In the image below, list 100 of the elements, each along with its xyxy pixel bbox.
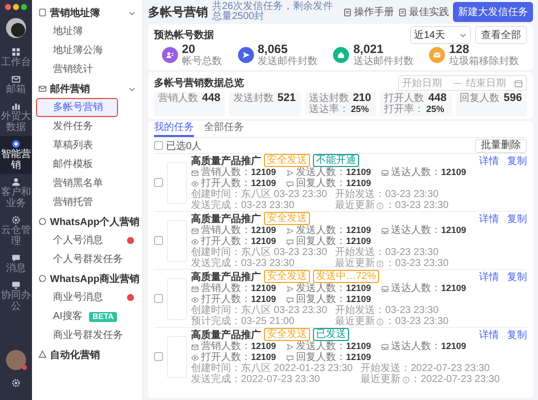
menu-group-header[interactable]: 自动化营销 [32, 345, 142, 364]
time-value: 2022-07-23 23:30 [410, 363, 490, 374]
settings-icon[interactable] [11, 378, 21, 388]
task-action-link[interactable]: 详情 [479, 154, 499, 168]
task-action-link[interactable]: 复制 [507, 270, 527, 284]
menu-item[interactable]: 商业号群发任务 [36, 326, 130, 345]
minimize-dot-icon[interactable] [13, 4, 19, 10]
document-icon [398, 8, 407, 16]
metric-label: 打开人数： [201, 178, 251, 189]
metric-label: 送达人数： [391, 225, 442, 236]
menu-item[interactable]: 个人号群发任务 [36, 250, 130, 269]
metric-value: 12109 [346, 341, 372, 352]
menu-group-header[interactable]: WhatsApp商业营销 [32, 269, 142, 288]
status-tag: 安全发送 [264, 154, 310, 167]
metric-label: 营销人数： [201, 225, 251, 236]
metric-label: 送达人数： [391, 341, 442, 352]
metric-value: 12109 [251, 225, 276, 236]
checkbox[interactable] [154, 352, 163, 361]
rail-item[interactable]: 协同办公 [0, 277, 32, 315]
metric-value: 12109 [441, 225, 466, 236]
task-action-link[interactable]: 复制 [507, 154, 527, 168]
menu-group-header[interactable]: 营销地址簿 [32, 3, 142, 22]
rate-label: 打开率： [384, 104, 424, 115]
metric-label: 发送人数： [296, 341, 346, 352]
gear-icon [11, 215, 21, 225]
mail-icon [191, 226, 199, 234]
menu-group-label: 自动化营销 [50, 348, 100, 362]
triangle-icon [38, 350, 47, 359]
checkbox[interactable] [154, 178, 163, 187]
help-link[interactable]: 最佳实践 [398, 5, 449, 19]
user-avatar[interactable] [6, 18, 26, 38]
checkbox[interactable] [154, 236, 163, 245]
time-label: 最近更新 [335, 258, 376, 269]
menu-item[interactable]: 发件任务 [36, 117, 100, 136]
menu-group-label: WhatsApp商业营销 [50, 272, 140, 286]
task-tab[interactable]: 全部任务 [204, 122, 244, 137]
view-all-button[interactable]: 查看全部 [475, 26, 527, 44]
menu-item[interactable]: 邮件模板 [36, 155, 100, 174]
inbox-icon [381, 342, 390, 350]
menu-item[interactable]: 地址簿 [36, 22, 90, 41]
checkbox[interactable] [154, 294, 163, 303]
rail-item[interactable]: 智能营销 [0, 136, 32, 174]
help-link[interactable]: 操作手册 [343, 5, 394, 19]
metric-label: 打开人数 [384, 93, 424, 104]
time-label: 最近更新 [335, 200, 376, 211]
menu-item[interactable]: 商业号消息 [36, 288, 110, 307]
stat-value: 20 [182, 43, 196, 56]
menu-item[interactable]: AI搜客 [36, 307, 90, 326]
metric-value: 12109 [251, 352, 276, 362]
time-value: 东八区 2022-01-23 23:30 [241, 363, 353, 374]
chat-bubble-icon [286, 238, 294, 246]
task-tab[interactable]: 我的任务 [154, 122, 194, 137]
inbox-icon [381, 226, 390, 234]
menu-group-header[interactable]: WhatsApp个人营销 [32, 212, 142, 231]
stat-label: 垃圾箱移除封数 [449, 56, 520, 67]
task-action-link[interactable]: 详情 [479, 270, 499, 284]
rail-item[interactable]: 消息 [0, 250, 32, 277]
close-dot-icon[interactable] [5, 4, 11, 10]
time-value: 东八区 03-23 23:30 [241, 305, 328, 316]
card-title: 预热帐号数据 [154, 28, 214, 42]
task-action-link[interactable]: 详情 [479, 212, 499, 226]
menu-item[interactable]: 营销黑名单 [36, 174, 110, 193]
rail-item[interactable]: 云仓管理 [0, 212, 32, 250]
task-action-link[interactable]: 复制 [507, 328, 527, 342]
inbox-icon [381, 284, 390, 292]
caret-down-icon [459, 31, 467, 39]
menu-item[interactable]: 营销统计 [36, 60, 100, 79]
rail-item[interactable]: 客户和业务 [0, 174, 32, 212]
metric-value: 210 [352, 93, 372, 104]
metric-value: 596 [504, 93, 522, 104]
menu-group-header[interactable]: 邮件营销 [32, 79, 142, 98]
checkbox[interactable] [154, 141, 163, 150]
menu-item[interactable]: 多帐号营销 [36, 98, 118, 117]
status-tag: 已发送 [313, 328, 349, 341]
time-value: 03-23 23:30 [241, 258, 294, 269]
menu-item[interactable]: 草稿列表 [36, 136, 100, 155]
date-range-field[interactable]: 开始日期 结束日期 [398, 75, 527, 91]
task-action-link[interactable]: 详情 [479, 328, 499, 342]
menu-group-label: 邮件营销 [50, 82, 90, 96]
metric-value: 12109 [346, 236, 372, 247]
rail-item[interactable]: 邮箱 [0, 71, 32, 98]
menu-item[interactable]: 营销托管 [36, 193, 100, 212]
time-value: 03-23 23:30 [385, 305, 439, 316]
new-task-button[interactable]: 新建大发信任务 [453, 2, 533, 22]
start-date-field[interactable]: 开始日期 [402, 78, 450, 88]
stat-label: 送达邮件封数 [353, 56, 414, 67]
range-select[interactable]: 近14天 [410, 26, 471, 44]
rail-item[interactable]: 工作台 [0, 44, 32, 71]
menu-item[interactable]: 地址簿公海 [36, 41, 110, 60]
menu-item[interactable]: 个人号消息 [36, 231, 110, 250]
bulk-delete-button[interactable]: 批量删除 [475, 138, 527, 152]
rail-item[interactable]: 外贸大数据 [0, 98, 32, 136]
task-action-link[interactable]: 复制 [507, 212, 527, 226]
end-date-field[interactable]: 结束日期 [466, 78, 514, 88]
metric-label: 发送人数： [296, 167, 346, 178]
time-label: 开始发送： [335, 247, 386, 258]
maximize-dot-icon[interactable] [21, 4, 27, 10]
metric-label: 回复人数： [296, 178, 346, 189]
metric-label: 营销人数： [201, 167, 251, 178]
metric-value: 12109 [441, 341, 466, 352]
